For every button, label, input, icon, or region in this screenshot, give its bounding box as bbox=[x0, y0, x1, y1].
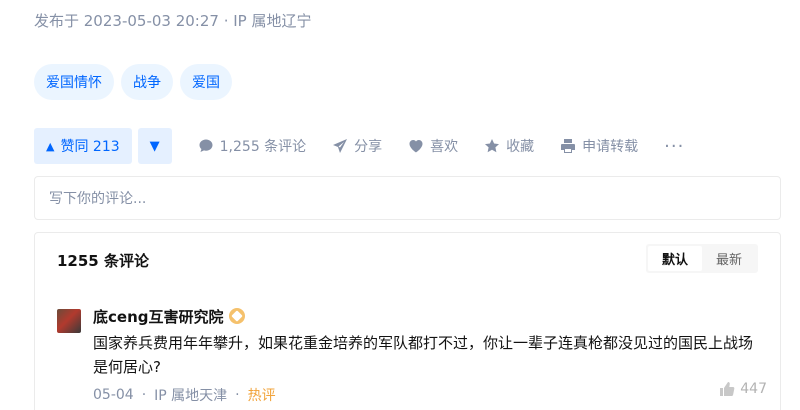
comment-input-placeholder: 写下你的评论... bbox=[49, 191, 147, 207]
collect-label: 收藏 bbox=[506, 139, 535, 155]
share-label: 分享 bbox=[354, 139, 383, 155]
action-bar: ▲ 赞同 213 ▼ 1,255 条评论 分享 喜欢 收藏 申请转载 ··· bbox=[34, 128, 684, 164]
comment-text: 国家养兵费用年年攀升，如果花重金培养的军队都打不过，你让一辈子连真枪都没见过的国… bbox=[93, 334, 754, 376]
comments-panel: 1255 条评论 默认 最新 底ceng互害研究院 国家养兵费用年年攀升，如果花… bbox=[34, 232, 781, 410]
like-label: 喜欢 bbox=[430, 139, 459, 155]
comment-author[interactable]: 底ceng互害研究院 bbox=[93, 306, 223, 327]
repost-request-button[interactable]: 申请转载 bbox=[560, 136, 638, 156]
comment-like-button[interactable]: 447 bbox=[719, 381, 767, 397]
comment-bubble-icon bbox=[199, 139, 213, 152]
comment-item: 底ceng互害研究院 国家养兵费用年年攀升，如果花重金培养的军队都打不过，你让一… bbox=[57, 305, 767, 407]
post-meta: 发布于 2023-05-03 20:27 · IP 属地辽宁 bbox=[34, 12, 312, 30]
topic-tag[interactable]: 爱国 bbox=[180, 64, 232, 100]
comment-input[interactable]: 写下你的评论... bbox=[34, 176, 781, 220]
more-options-icon[interactable]: ··· bbox=[664, 136, 684, 157]
triangle-up-icon: ▲ bbox=[46, 139, 55, 153]
topic-tags: 爱国情怀 战争 爱国 bbox=[34, 64, 232, 100]
avatar[interactable] bbox=[57, 309, 81, 333]
printer-icon bbox=[561, 139, 576, 153]
hot-comment-badge: 热评 bbox=[247, 388, 276, 404]
sort-default-tab[interactable]: 默认 bbox=[647, 246, 702, 271]
comment-date: 05-04 bbox=[93, 387, 134, 403]
verified-badge-icon bbox=[229, 308, 246, 324]
sort-latest-tab[interactable]: 最新 bbox=[702, 246, 756, 271]
thumbs-up-icon bbox=[720, 382, 735, 396]
separator: · bbox=[235, 387, 240, 403]
topic-tag[interactable]: 战争 bbox=[121, 64, 173, 100]
sort-switch: 默认 最新 bbox=[645, 244, 758, 273]
like-button[interactable]: 喜欢 bbox=[408, 136, 458, 156]
topic-tag[interactable]: 爱国情怀 bbox=[34, 64, 114, 100]
upvote-label: 赞同 213 bbox=[60, 139, 120, 155]
comments-count: 1255 条评论 bbox=[57, 252, 149, 270]
star-icon bbox=[485, 139, 500, 153]
comment-footer: 05-04 · IP 属地天津 · 热评 bbox=[93, 383, 767, 407]
heart-icon bbox=[409, 140, 423, 153]
separator: · bbox=[141, 387, 147, 403]
upvote-button[interactable]: ▲ 赞同 213 bbox=[34, 128, 132, 164]
share-button[interactable]: 分享 bbox=[332, 136, 382, 156]
collect-button[interactable]: 收藏 bbox=[484, 136, 534, 156]
paper-plane-icon bbox=[333, 139, 348, 153]
repost-request-label: 申请转载 bbox=[582, 139, 639, 155]
comment-author-row: 底ceng互害研究院 bbox=[93, 305, 767, 327]
triangle-down-icon: ▼ bbox=[149, 138, 160, 154]
comment-like-count: 447 bbox=[740, 381, 767, 397]
downvote-button[interactable]: ▼ bbox=[137, 128, 172, 164]
comments-label: 1,255 条评论 bbox=[219, 139, 307, 155]
comment-location: IP 属地天津 bbox=[154, 388, 228, 404]
comments-button[interactable]: 1,255 条评论 bbox=[198, 136, 307, 156]
